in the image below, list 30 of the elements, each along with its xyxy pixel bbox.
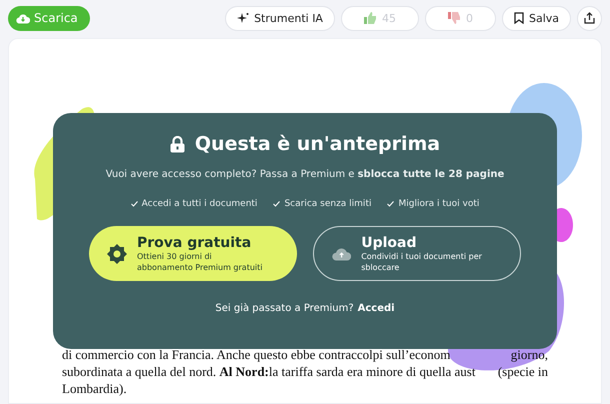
- thumbs-up-icon: [364, 12, 377, 24]
- sparkle-icon: [237, 12, 250, 24]
- badge-icon: [107, 244, 127, 264]
- share-button[interactable]: [577, 6, 602, 30]
- login-link[interactable]: Accedi: [358, 303, 395, 314]
- thumbs-down-icon: [448, 12, 461, 24]
- ai-tools-button[interactable]: Strumenti IA: [225, 6, 335, 30]
- check-icon: [387, 201, 394, 207]
- share-icon: [584, 12, 595, 24]
- upload-button[interactable]: Upload Condividi i tuoi documenti per sbloccare: [313, 226, 521, 281]
- benefit-item: Scarica senza limiti: [284, 199, 372, 209]
- login-prompt: Sei già passato a Premium?: [215, 303, 354, 314]
- dialog-title: Questa è un'anteprima: [194, 133, 440, 155]
- bookmark-icon: [514, 12, 524, 24]
- save-button[interactable]: Salva: [502, 6, 571, 30]
- benefit-item: Accedi a tutti i documenti: [142, 199, 258, 209]
- check-icon: [273, 201, 280, 207]
- free-trial-button[interactable]: Prova gratuita Ottieni 30 giorni di abbonamento Premium gratuiti: [89, 226, 297, 281]
- blob-drawing: [557, 207, 573, 243]
- dialog-subtitle: Vuoi avere accesso completo? Passa a Premium e sblocca tutte le 28 pagine: [106, 169, 504, 180]
- document-text: (specie in: [498, 363, 548, 380]
- benefit-item: Migliora i tuoi voti: [398, 199, 480, 209]
- lock-icon: [170, 136, 185, 152]
- cloud-upload-icon: [332, 246, 352, 262]
- cloud-download-icon: [16, 12, 30, 24]
- document-text: Lombardia).: [62, 380, 127, 397]
- document-text: di commercio con la Francia. Anche questo ebbe contraccolpi sull’econom: [62, 346, 450, 363]
- document-text: subordinata a quella del nord. Al Nord:la tariffa sarda era minore di quella aust: [62, 363, 476, 380]
- document-text: giorno,: [510, 346, 548, 363]
- check-icon: [130, 201, 138, 207]
